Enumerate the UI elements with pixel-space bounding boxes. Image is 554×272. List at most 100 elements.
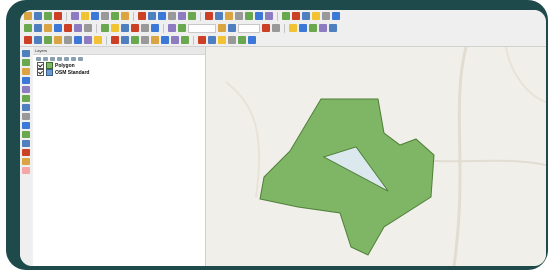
rotate-label-icon[interactable] bbox=[329, 24, 337, 32]
remove-layer-icon[interactable] bbox=[78, 56, 83, 61]
label-toolbar-icon[interactable] bbox=[289, 24, 297, 32]
plugin-icon[interactable] bbox=[312, 12, 320, 20]
add-mesh-icon[interactable] bbox=[22, 77, 30, 84]
layer-icon[interactable] bbox=[74, 36, 82, 44]
layer-icon[interactable] bbox=[84, 36, 92, 44]
manage-map-themes-icon[interactable] bbox=[50, 56, 55, 61]
add-vector-icon[interactable] bbox=[22, 59, 30, 66]
data-source-manager-icon[interactable] bbox=[22, 50, 30, 57]
redo-icon[interactable] bbox=[178, 24, 186, 32]
select-icon[interactable] bbox=[148, 12, 156, 20]
add-delimited-layer-icon[interactable] bbox=[44, 24, 52, 32]
add-postgis-layer-icon[interactable] bbox=[74, 24, 82, 32]
filter-legend-icon[interactable] bbox=[57, 56, 62, 61]
plugin-icon[interactable] bbox=[218, 36, 226, 44]
save-edits-icon[interactable] bbox=[111, 24, 119, 32]
expand-all-icon[interactable] bbox=[64, 56, 69, 61]
tolerance-field[interactable] bbox=[238, 23, 260, 33]
plugin-icon[interactable] bbox=[248, 36, 256, 44]
add-virtual-icon[interactable] bbox=[22, 131, 30, 138]
open-project-icon[interactable] bbox=[34, 12, 42, 20]
geopackage-icon[interactable] bbox=[171, 36, 179, 44]
collapse-all-icon[interactable] bbox=[71, 56, 76, 61]
pointcloud-icon[interactable] bbox=[151, 36, 159, 44]
vertex-tool-icon[interactable] bbox=[131, 24, 139, 32]
table-icon[interactable] bbox=[44, 36, 52, 44]
new-bookmark-icon[interactable] bbox=[245, 12, 253, 20]
pan-icon[interactable] bbox=[71, 12, 79, 20]
add-wcs-icon[interactable] bbox=[22, 149, 30, 156]
layer-visibility-checkbox[interactable] bbox=[37, 62, 44, 69]
print-layout-icon[interactable] bbox=[54, 12, 62, 20]
add-feature-icon[interactable] bbox=[121, 24, 129, 32]
plugin-icon[interactable] bbox=[332, 12, 340, 20]
plugin-icon[interactable] bbox=[238, 36, 246, 44]
show-hide-label-icon[interactable] bbox=[309, 24, 317, 32]
layer-icon[interactable] bbox=[64, 36, 72, 44]
pin-label-icon[interactable] bbox=[299, 24, 307, 32]
map-canvas[interactable] bbox=[206, 47, 546, 266]
add-spatialite-icon[interactable] bbox=[22, 95, 30, 102]
measure-icon[interactable] bbox=[205, 12, 213, 20]
show-bookmarks-icon[interactable] bbox=[255, 12, 263, 20]
layer-item-osm-standard[interactable]: OSM Standard bbox=[33, 69, 205, 76]
plugin-icon[interactable] bbox=[322, 12, 330, 20]
map-tips-icon[interactable] bbox=[235, 12, 243, 20]
attribute-table-icon[interactable] bbox=[168, 12, 176, 20]
python-console-icon[interactable] bbox=[292, 12, 300, 20]
layer-item-polygon[interactable]: Polygon bbox=[33, 62, 205, 69]
add-raster-icon[interactable] bbox=[22, 68, 30, 75]
label-icon[interactable] bbox=[225, 12, 233, 20]
add-oracle-icon[interactable] bbox=[22, 122, 30, 129]
virtual-icon[interactable] bbox=[161, 36, 169, 44]
save-project-icon[interactable] bbox=[44, 12, 52, 20]
open-layer-styling-icon[interactable] bbox=[36, 56, 41, 61]
annotation-icon[interactable] bbox=[215, 12, 223, 20]
zoom-in-icon[interactable] bbox=[81, 12, 89, 20]
add-group-icon[interactable] bbox=[43, 56, 48, 61]
shape-digitizing-icon[interactable] bbox=[272, 24, 280, 32]
identify-icon[interactable] bbox=[138, 12, 146, 20]
polygon-feature[interactable] bbox=[259, 98, 435, 256]
advanced-digitizing-icon[interactable] bbox=[262, 24, 270, 32]
plugin-icon[interactable] bbox=[302, 12, 310, 20]
layer-icon[interactable] bbox=[94, 36, 102, 44]
add-vector-layer-icon[interactable] bbox=[24, 24, 32, 32]
layer-icon[interactable] bbox=[54, 36, 62, 44]
statistics-icon[interactable] bbox=[188, 12, 196, 20]
new-temp-layer-icon[interactable] bbox=[22, 167, 30, 174]
plugin-icon[interactable] bbox=[208, 36, 216, 44]
temporal-icon[interactable] bbox=[265, 12, 273, 20]
new-project-icon[interactable] bbox=[24, 12, 32, 20]
digitize-icon[interactable] bbox=[218, 24, 226, 32]
deselect-icon[interactable] bbox=[158, 12, 166, 20]
layer-visibility-checkbox[interactable] bbox=[37, 69, 44, 76]
raster-icon[interactable] bbox=[131, 36, 139, 44]
undo-icon[interactable] bbox=[168, 24, 176, 32]
add-raster-layer-icon[interactable] bbox=[34, 24, 42, 32]
field-calculator-icon[interactable] bbox=[178, 12, 186, 20]
gps-icon[interactable] bbox=[181, 36, 189, 44]
scale-field[interactable] bbox=[188, 23, 216, 33]
add-wfs-layer-icon[interactable] bbox=[64, 24, 72, 32]
zoom-out-icon[interactable] bbox=[91, 12, 99, 20]
add-spatialite-layer-icon[interactable] bbox=[84, 24, 92, 32]
zoom-full-icon[interactable] bbox=[101, 12, 109, 20]
add-mssql-icon[interactable] bbox=[22, 113, 30, 120]
web-icon[interactable] bbox=[111, 36, 119, 44]
toggle-editing-icon[interactable] bbox=[101, 24, 109, 32]
plugin-icon[interactable] bbox=[198, 36, 206, 44]
zoom-layer-icon[interactable] bbox=[111, 12, 119, 20]
move-label-icon[interactable] bbox=[319, 24, 327, 32]
database-icon[interactable] bbox=[24, 36, 32, 44]
add-delimited-icon[interactable] bbox=[22, 86, 30, 93]
vector-icon[interactable] bbox=[121, 36, 129, 44]
cut-features-icon[interactable] bbox=[151, 24, 159, 32]
refresh-icon[interactable] bbox=[121, 12, 129, 20]
grid-icon[interactable] bbox=[34, 36, 42, 44]
add-wms-layer-icon[interactable] bbox=[54, 24, 62, 32]
add-wfs-icon[interactable] bbox=[22, 158, 30, 165]
snapping-icon[interactable] bbox=[228, 24, 236, 32]
delete-selected-icon[interactable] bbox=[141, 24, 149, 32]
processing-icon[interactable] bbox=[282, 12, 290, 20]
